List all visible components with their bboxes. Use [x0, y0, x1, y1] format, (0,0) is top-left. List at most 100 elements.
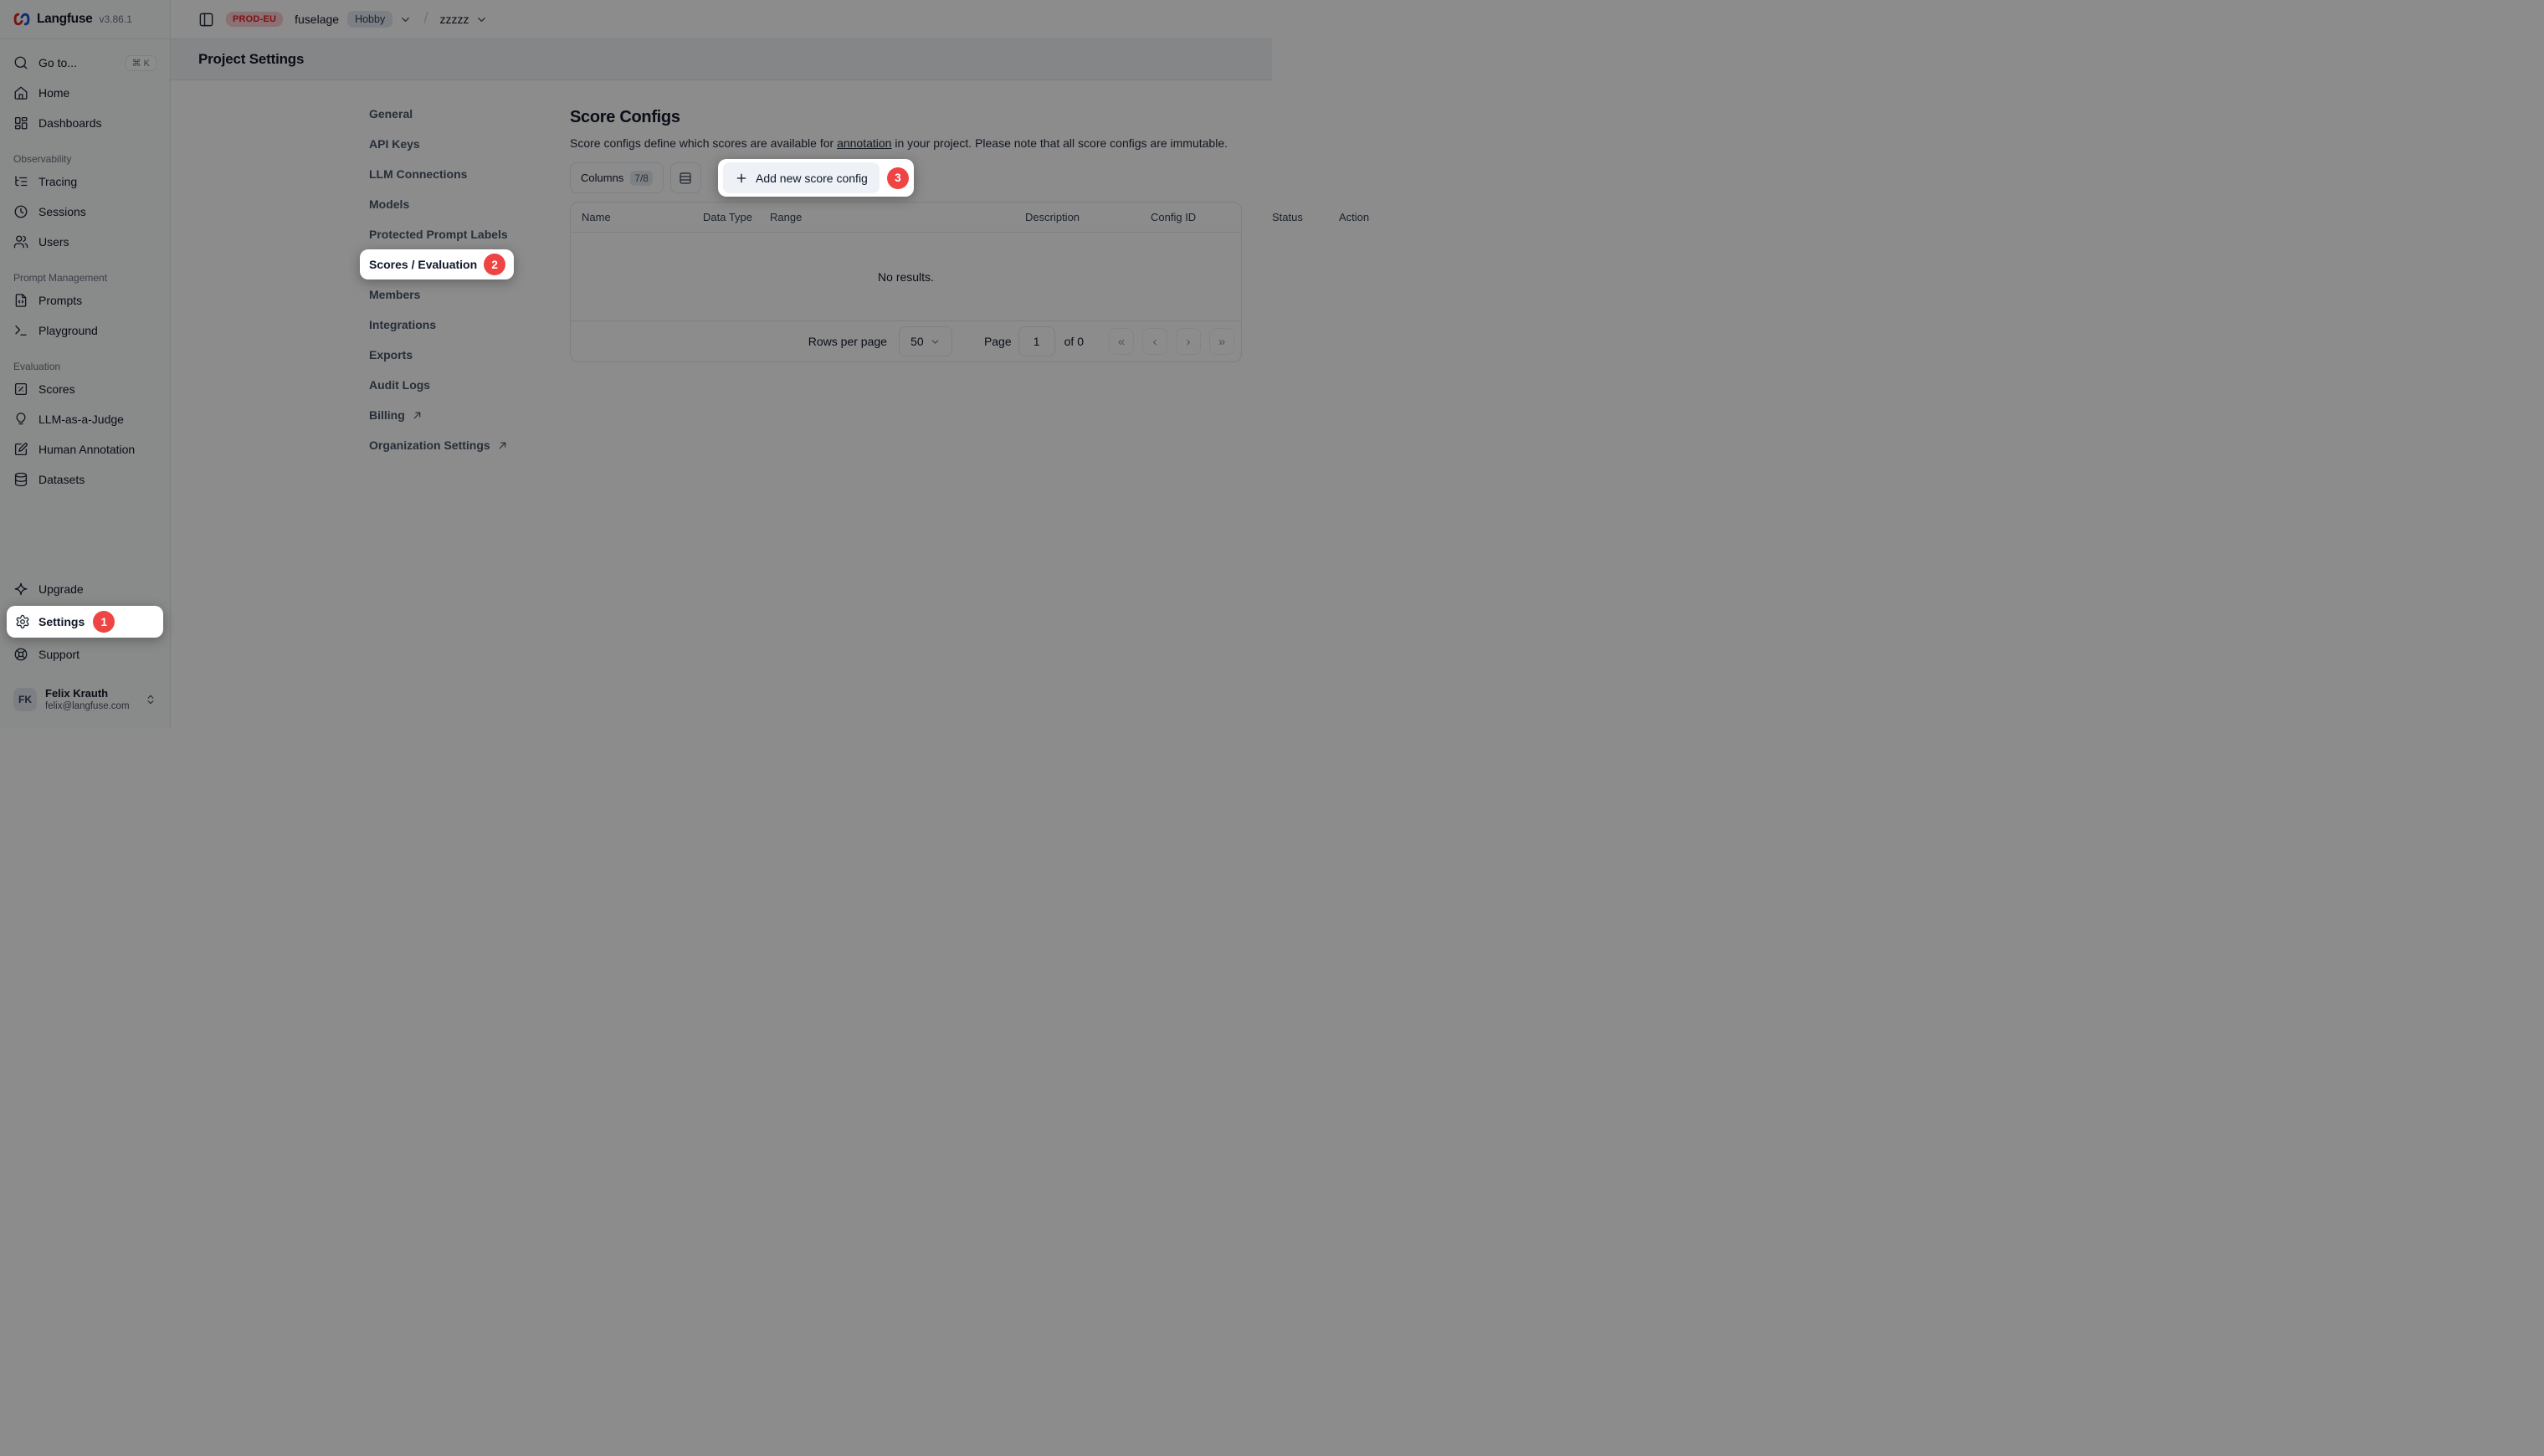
section-prompt-management: Prompt Management [13, 272, 156, 284]
user-meta: Felix Krauth felix@langfuse.com [45, 687, 130, 713]
next-page-button[interactable]: › [1176, 328, 1201, 355]
column-header-data-type: Data Type [695, 211, 762, 223]
sidebar-item-goto[interactable]: Go to... ⌘ K [0, 48, 170, 78]
sidebar-toggle-button[interactable] [198, 12, 214, 28]
users-icon [13, 234, 28, 249]
sidebar-item-label: Support [38, 648, 80, 661]
app-logo[interactable]: Langfuse v3.86.1 [0, 0, 170, 39]
sidebar-item-sessions[interactable]: Sessions [0, 197, 170, 227]
settings-nav-billing[interactable]: Billing [360, 400, 570, 430]
panel-left-icon [198, 12, 214, 28]
pager-buttons: « ‹ › » [1109, 328, 1234, 355]
sidebar-item-settings[interactable]: Settings 1 [7, 606, 163, 638]
settings-nav-label: Members [369, 288, 420, 301]
sidebar-item-support[interactable]: Support [0, 639, 170, 669]
list-tree-icon [13, 174, 28, 189]
page-number-input[interactable] [1018, 326, 1055, 356]
column-header-status: Status [1264, 211, 1331, 223]
sidebar-item-human-annotation[interactable]: Human Annotation [0, 434, 170, 464]
sparkle-icon [13, 582, 28, 597]
settings-nav-integrations[interactable]: Integrations [360, 310, 570, 340]
annotation-link[interactable]: annotation [837, 136, 891, 150]
rows-per-page-select[interactable]: 50 [899, 326, 952, 356]
sidebar-item-label: Home [38, 86, 69, 100]
page-title: Project Settings [198, 51, 304, 68]
breadcrumb-separator: / [423, 10, 428, 28]
settings-nav-audit-logs[interactable]: Audit Logs [360, 370, 570, 400]
project-name[interactable]: zzzzz [439, 13, 469, 26]
settings-nav-label: Integrations [369, 318, 436, 331]
settings-nav-models[interactable]: Models [360, 189, 570, 219]
sidebar-item-datasets[interactable]: Datasets [0, 464, 170, 495]
user-menu[interactable]: FK Felix Krauth felix@langfuse.com [7, 679, 163, 720]
settings-nav-label: Exports [369, 348, 413, 361]
search-icon [13, 55, 28, 70]
sidebar-item-scores[interactable]: Scores [0, 374, 170, 404]
chevron-down-icon [930, 336, 941, 347]
column-header-config-id: Config ID [1142, 211, 1264, 223]
square-pen-icon [13, 442, 28, 457]
empty-state: No results. [571, 233, 1241, 320]
avatar: FK [13, 688, 37, 711]
settings-nav-members[interactable]: Members [360, 279, 570, 310]
settings-nav-label: Billing [369, 408, 405, 422]
sidebar-item-users[interactable]: Users [0, 227, 170, 257]
settings-nav-label: Models [369, 197, 409, 211]
sidebar-item-prompts[interactable]: Prompts [0, 285, 170, 315]
first-page-button[interactable]: « [1109, 328, 1134, 355]
project-switcher-chevron-icon[interactable] [475, 13, 488, 26]
sidebar-item-dashboards[interactable]: Dashboards [0, 108, 170, 138]
rows-icon [679, 172, 692, 185]
sidebar-item-label: LLM-as-a-Judge [38, 413, 124, 426]
app-version: v3.86.1 [100, 13, 132, 25]
step-badge-2: 2 [484, 254, 505, 275]
previous-page-button[interactable]: ‹ [1142, 328, 1167, 355]
settings-nav-organization-settings[interactable]: Organization Settings [360, 430, 570, 460]
columns-button[interactable]: Columns 7/8 [570, 162, 664, 193]
last-page-button[interactable]: » [1209, 328, 1234, 355]
settings-nav-scores-evaluation[interactable]: Scores / Evaluation 2 [360, 249, 514, 279]
langfuse-logo-icon [13, 11, 30, 28]
sidebar-item-playground[interactable]: Playground [0, 315, 170, 346]
settings-nav-label: LLM Connections [369, 167, 467, 181]
section-description: Score configs define which scores are av… [570, 135, 1242, 151]
sidebar-item-home[interactable]: Home [0, 78, 170, 108]
org-name[interactable]: fuselage [295, 13, 339, 26]
app-root: Langfuse v3.86.1 Go to... ⌘ K Home Dashb… [0, 0, 1272, 728]
terminal-icon [13, 323, 28, 338]
score-configs-section: Score Configs Score configs define which… [570, 99, 1242, 728]
settings-nav-api-keys[interactable]: API Keys [360, 129, 570, 159]
settings-nav-llm-connections[interactable]: LLM Connections [360, 159, 570, 189]
topbar: PROD-EU fuselage Hobby / zzzzz [171, 0, 1272, 39]
section-evaluation: Evaluation [13, 361, 156, 372]
settings-nav-exports[interactable]: Exports [360, 340, 570, 370]
org-switcher-chevron-icon[interactable] [399, 13, 412, 26]
square-percent-icon [13, 382, 28, 397]
sidebar: Langfuse v3.86.1 Go to... ⌘ K Home Dashb… [0, 0, 171, 728]
row-height-button[interactable] [670, 162, 701, 193]
database-icon [13, 472, 28, 487]
rows-per-page-value: 50 [910, 335, 924, 348]
sidebar-item-upgrade[interactable]: Upgrade [0, 574, 170, 604]
sidebar-item-label: Playground [38, 324, 98, 337]
gear-icon [15, 614, 30, 629]
sidebar-item-label: Datasets [38, 473, 85, 486]
add-score-config-button[interactable]: Add new score config [723, 162, 880, 193]
sidebar-item-label: Tracing [38, 175, 77, 188]
table-toolbar: Columns 7/8 Add new score config 3 [570, 159, 1242, 197]
sidebar-item-tracing[interactable]: Tracing [0, 167, 170, 197]
dashboards-icon [13, 115, 28, 131]
sidebar-item-label: Settings [38, 615, 85, 628]
settings-nav-general[interactable]: General [360, 99, 570, 129]
columns-count-badge: 7/8 [630, 171, 653, 186]
sidebar-item-label: Prompts [38, 294, 82, 307]
sidebar-item-llm-as-a-judge[interactable]: LLM-as-a-Judge [0, 404, 170, 434]
sidebar-item-label: Users [38, 235, 69, 249]
column-header-description: Description [1017, 211, 1142, 223]
settings-nav-label: General [369, 107, 413, 120]
settings-nav-label: Organization Settings [369, 438, 490, 452]
sidebar-item-label: Human Annotation [38, 443, 135, 456]
settings-nav-protected-prompt-labels[interactable]: Protected Prompt Labels [360, 219, 570, 249]
pagination: Rows per page 50 Page of 0 « ‹ › » [571, 320, 1241, 361]
external-link-icon [497, 440, 508, 451]
